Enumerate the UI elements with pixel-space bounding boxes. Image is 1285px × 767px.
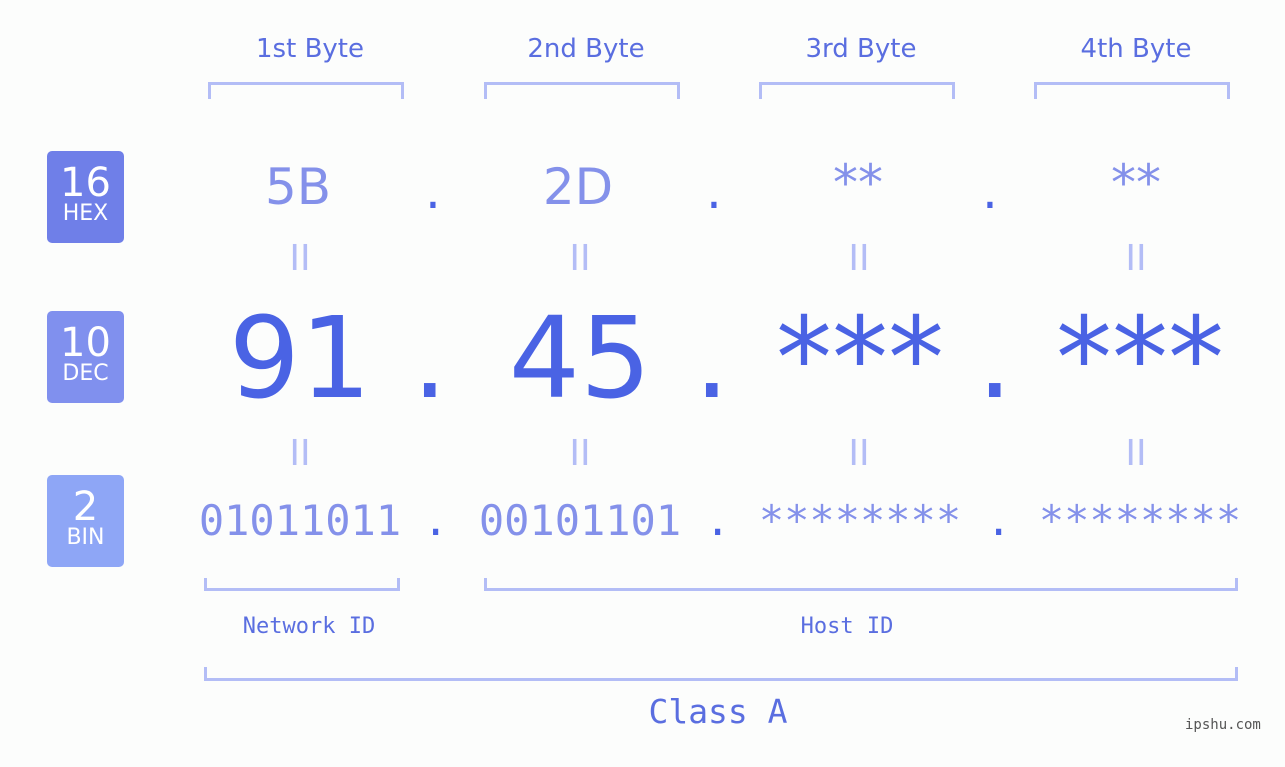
byte-header-3: 3rd Byte <box>805 34 917 64</box>
network-id-label: Network ID <box>242 614 376 639</box>
hex-byte-1: 5B <box>264 158 332 216</box>
hex-base-label: HEX <box>62 201 109 226</box>
hex-separator-2: . <box>706 162 722 220</box>
hex-badge: 16 HEX <box>47 151 124 243</box>
dec-byte-1: 91 <box>228 294 372 424</box>
bin-separator-3: . <box>986 496 1012 545</box>
hex-separator-3: . <box>982 162 998 220</box>
equals-dec-bin-1: II <box>289 433 311 474</box>
equals-hex-dec-2: II <box>569 238 591 279</box>
hex-base-number: 16 <box>60 160 111 206</box>
bin-byte-1: 01011011 <box>198 496 402 545</box>
network-id-bracket <box>204 578 400 591</box>
bin-base-label: BIN <box>66 525 105 550</box>
byte-bracket-1 <box>208 82 404 99</box>
dec-byte-3: *** <box>776 294 944 424</box>
equals-hex-dec-4: II <box>1125 238 1147 279</box>
dec-badge: 10 DEC <box>47 311 124 403</box>
host-id-label: Host ID <box>800 614 894 639</box>
host-id-bracket <box>484 578 1238 591</box>
equals-hex-dec-1: II <box>289 238 311 279</box>
equals-hex-dec-3: II <box>848 238 870 279</box>
dec-separator-3: . <box>977 294 1013 424</box>
bin-base-number: 2 <box>72 484 99 530</box>
hex-byte-2: 2D <box>542 158 614 216</box>
dec-byte-4: *** <box>1056 294 1224 424</box>
byte-header-2: 2nd Byte <box>527 34 645 64</box>
bin-badge: 2 BIN <box>47 475 124 567</box>
bin-byte-3: ******** <box>758 496 962 545</box>
byte-bracket-3 <box>759 82 955 99</box>
bin-separator-1: . <box>423 496 449 545</box>
byte-header-1: 1st Byte <box>256 34 364 64</box>
class-bracket <box>204 667 1238 681</box>
equals-dec-bin-3: II <box>848 433 870 474</box>
hex-byte-3: ** <box>833 154 883 212</box>
byte-bracket-4 <box>1034 82 1230 99</box>
dec-base-number: 10 <box>60 320 111 366</box>
dec-byte-2: 45 <box>508 294 652 424</box>
byte-header-4: 4th Byte <box>1080 34 1192 64</box>
equals-dec-bin-2: II <box>569 433 591 474</box>
byte-bracket-2 <box>484 82 680 99</box>
dec-base-label: DEC <box>62 361 109 386</box>
bin-separator-2: . <box>705 496 731 545</box>
hex-separator-1: . <box>425 162 441 220</box>
bin-byte-4: ******** <box>1038 496 1242 545</box>
watermark: ipshu.com <box>1185 717 1261 733</box>
hex-byte-4: ** <box>1111 154 1161 212</box>
dec-separator-1: . <box>412 294 448 424</box>
equals-dec-bin-4: II <box>1125 433 1147 474</box>
class-label: Class A <box>648 692 788 731</box>
bin-byte-2: 00101101 <box>478 496 682 545</box>
dec-separator-2: . <box>694 294 730 424</box>
